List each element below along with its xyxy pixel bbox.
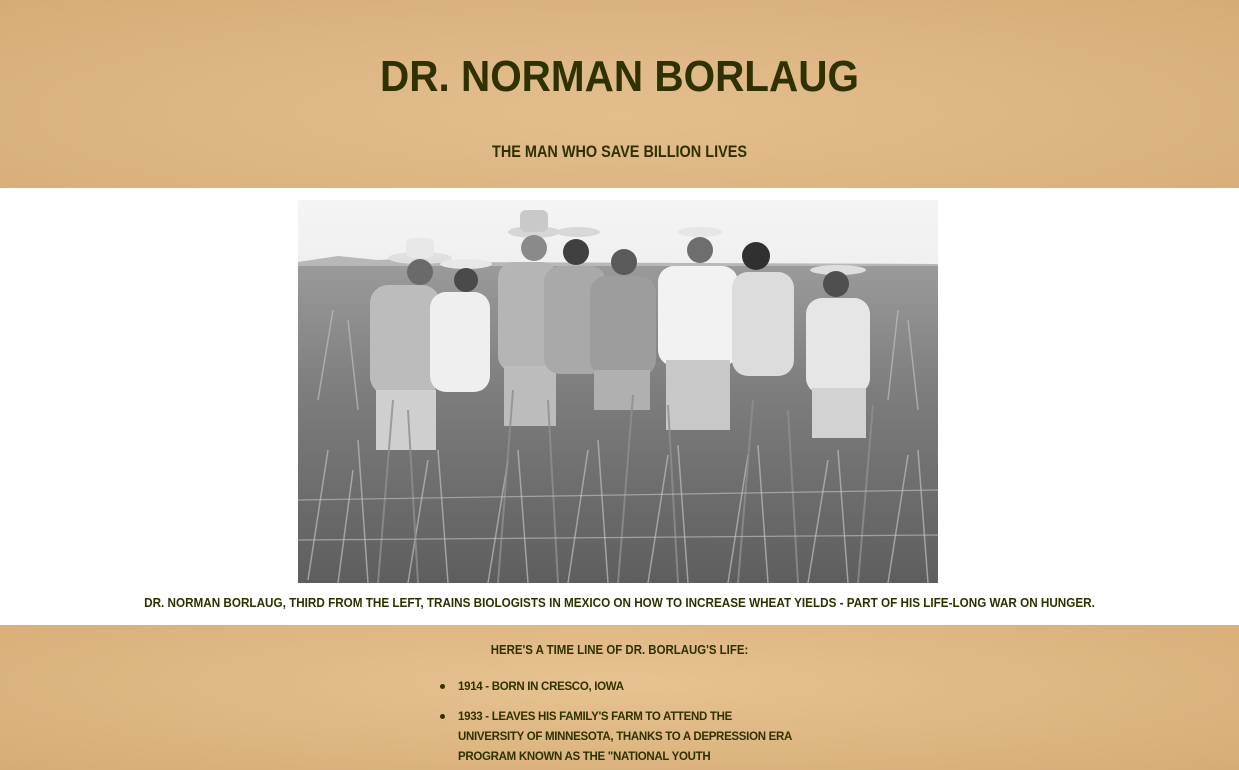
photo-caption: Dr. Norman Borlaug, third from the left,…	[144, 595, 1095, 610]
timeline-list: 1914 - born in Cresco, Iowa 1933 - leave…	[440, 677, 800, 770]
page-title: Dr. Norman Borlaug	[379, 52, 859, 101]
borlaug-photo	[298, 200, 938, 583]
bullet-icon	[440, 714, 445, 719]
timeline-section: Here's a time line of Dr. Borlaug's life…	[0, 625, 1239, 770]
timeline-year: 1933	[458, 711, 483, 723]
timeline-text: - leaves his family's farm to attend the…	[458, 711, 792, 763]
timeline-year: 1914	[458, 681, 483, 693]
header-section: Dr. Norman Borlaug The man who save bill…	[0, 0, 1239, 188]
timeline-heading: Here's a time line of Dr. Borlaug's life…	[490, 642, 749, 657]
bullet-icon	[440, 684, 445, 689]
timeline-item: 1914 - born in Cresco, Iowa	[440, 677, 800, 697]
page-subtitle: The man who save billion lives	[491, 142, 748, 161]
timeline-item: 1933 - leaves his family's farm to atten…	[440, 707, 800, 770]
photo-section: Dr. Norman Borlaug, third from the left,…	[0, 188, 1239, 625]
timeline-text: - born in Cresco, Iowa	[482, 681, 624, 693]
